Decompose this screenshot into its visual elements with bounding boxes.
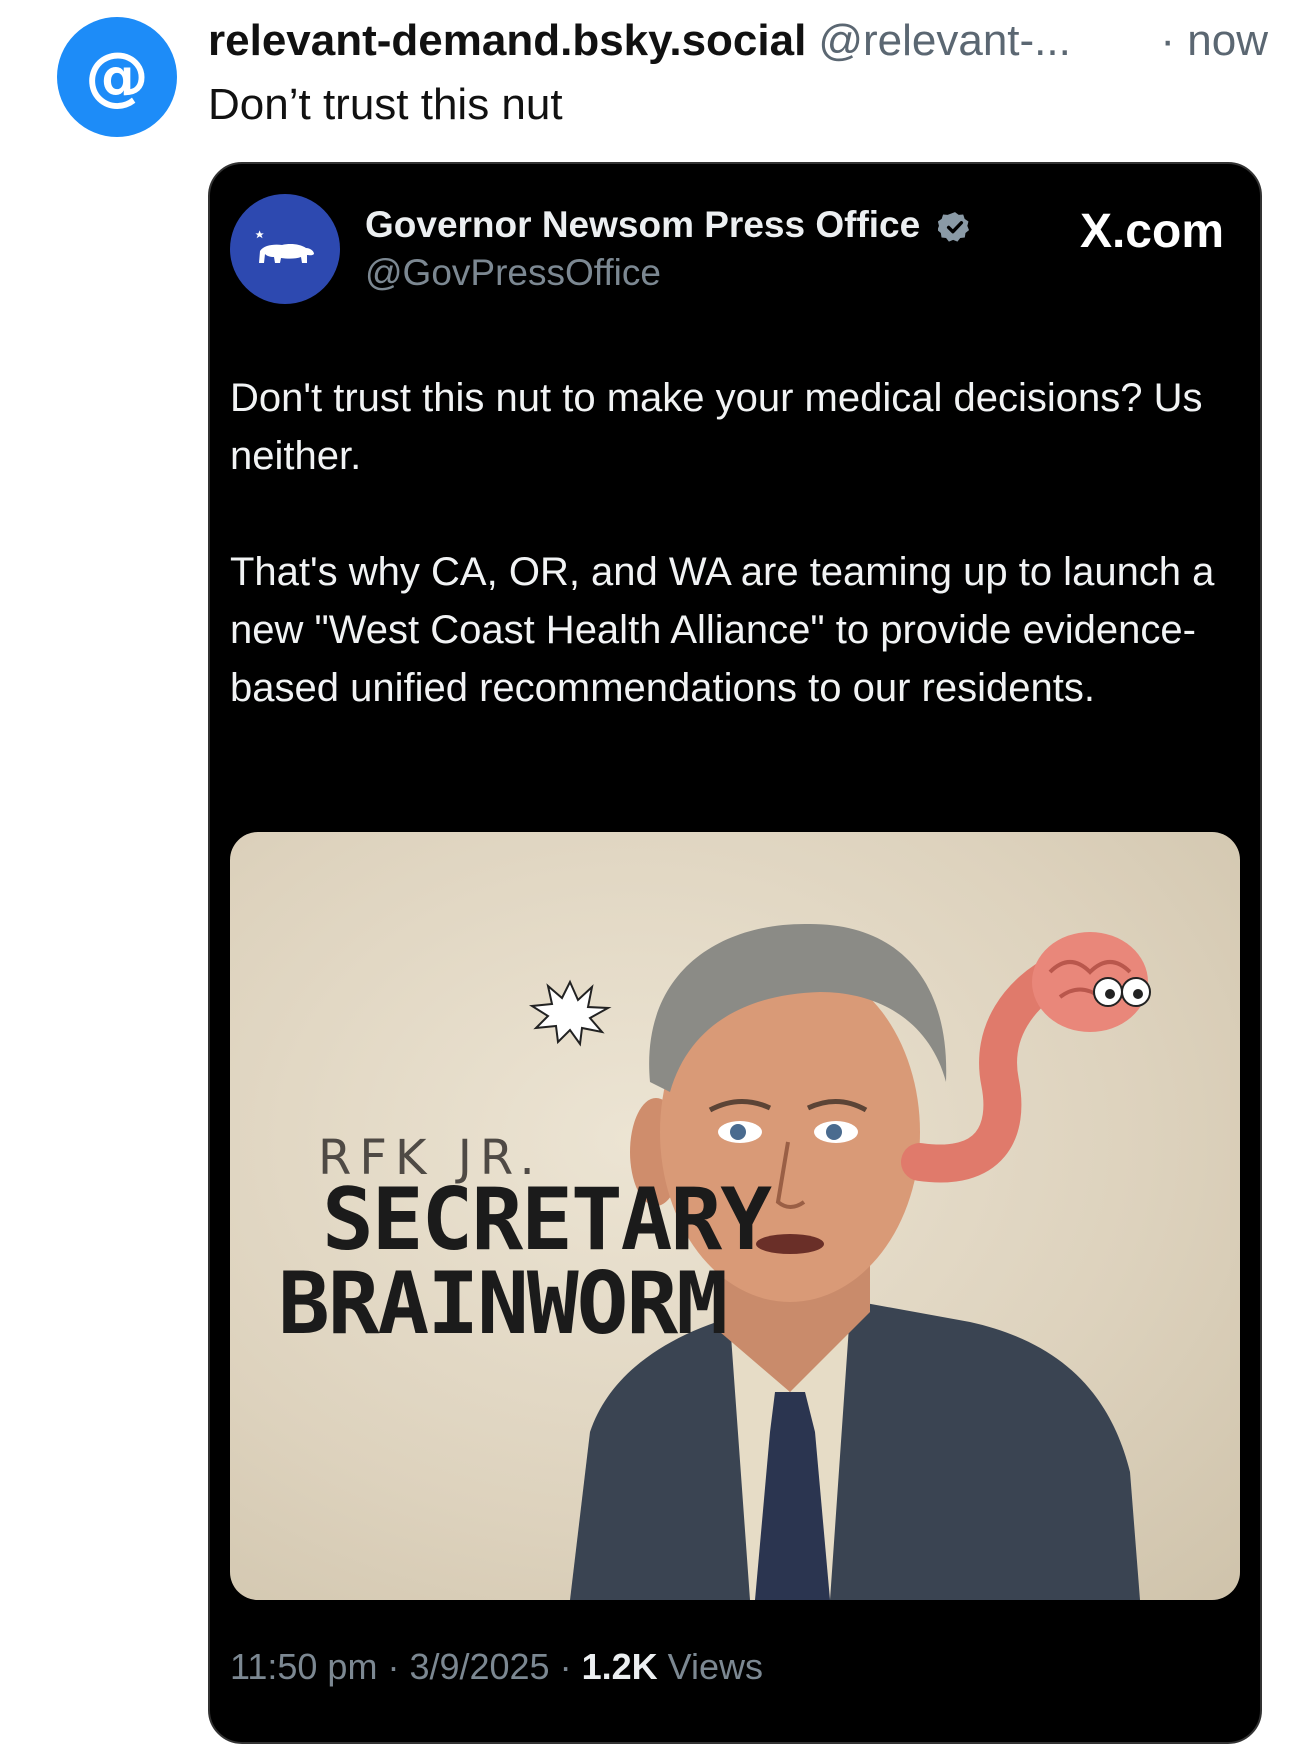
starburst-icon [528,979,612,1047]
image-title-line-2: BRAINWORM [278,1254,728,1354]
views-label: Views [667,1646,764,1687]
at-symbol-avatar-icon: @ [85,40,149,114]
image-title: SECRETARY BRAINWORM [278,1170,772,1354]
user-handle[interactable]: @relevant-... [818,16,1071,65]
post-text: Don’t trust this nut [208,80,563,129]
user-avatar[interactable]: @ [57,17,177,137]
embed-account-name-text: Governor Newsom Press Office [365,204,921,245]
bluesky-post: @ relevant-demand.bsky.social @relevant-.… [0,0,1311,1746]
embed-tweet-text: Don't trust this nut to make your medica… [230,369,1240,717]
views-count: 1.2K [581,1646,658,1687]
display-name[interactable]: relevant-demand.bsky.social [208,16,806,65]
post-timestamp[interactable]: · now [1160,16,1268,66]
tweet-time: 11:50 pm [230,1646,378,1687]
post-header: relevant-demand.bsky.social @relevant-...… [208,16,1268,76]
embed-account-handle: @GovPressOffice [365,252,661,293]
source-label: X.com [1079,205,1224,258]
verified-badge-icon [938,212,970,242]
california-bear-logo-icon [255,230,314,263]
tweet-footer: 11:50 pm · 3/9/2025 · 1.2K Views [230,1646,764,1687]
tweet-image[interactable]: RFK JR. SECRETARY BRAINWORM [230,832,1240,1600]
tweet-paragraph-1: Don't trust this nut to make your medica… [230,376,1203,478]
tweet-paragraph-2: That's why CA, OR, and WA are teaming up… [230,550,1215,710]
embedded-screenshot[interactable]: Governor Newsom Press Office @GovPressOf… [208,162,1262,1744]
image-title-line-1: SECRETARY [322,1170,772,1270]
embed-avatar [230,194,340,304]
embed-account-name: Governor Newsom Press Office [365,204,972,246]
tweet-date: 3/9/2025 [409,1646,550,1687]
